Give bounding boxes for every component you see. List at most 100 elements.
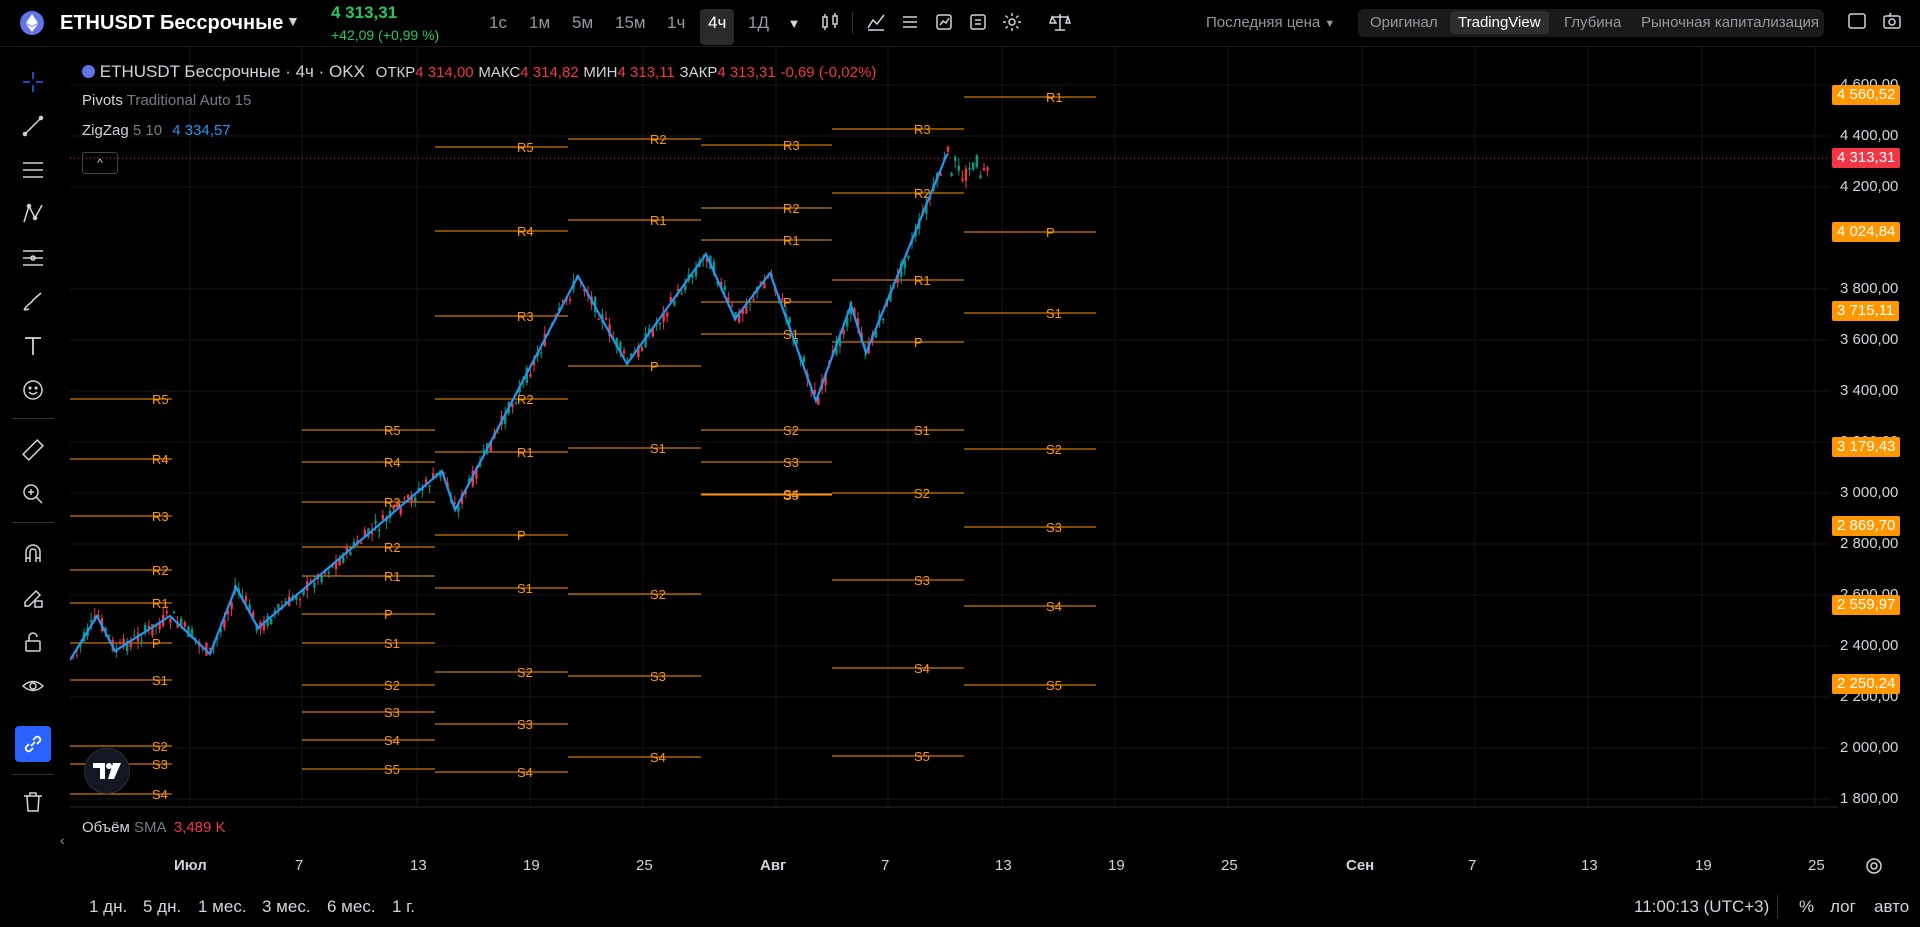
collapse-toolbar-icon[interactable]: ‹	[60, 832, 65, 848]
pivot-level-label: P	[517, 528, 526, 543]
candle-body	[360, 542, 363, 544]
candle-body	[403, 497, 406, 499]
timeframe-1d[interactable]: 1Д	[748, 13, 769, 41]
volume-name: Объём	[82, 819, 130, 836]
pivots-legend[interactable]: Pivots Traditional Auto 15	[82, 92, 251, 109]
pivot-level-label: S3	[783, 455, 799, 470]
candle-body	[381, 514, 384, 520]
trash-icon[interactable]	[15, 784, 51, 820]
timeframe-15m[interactable]: 15м	[615, 13, 646, 41]
text-icon[interactable]	[15, 328, 51, 364]
percent-toggle[interactable]: %	[1799, 897, 1814, 917]
price-tag: 3 179,43	[1832, 437, 1901, 458]
symbol-name[interactable]: ETHUSDT Бессрочные	[60, 12, 283, 35]
open-label: ОТКР	[375, 64, 416, 81]
horizontal-lines-icon[interactable]	[15, 152, 51, 188]
range-5d[interactable]: 5 дн.	[143, 897, 181, 917]
eye-icon[interactable]	[15, 668, 51, 704]
pivot-level-label: R3	[517, 309, 534, 324]
candles-icon[interactable]	[818, 12, 842, 36]
chevron-down-icon[interactable]: ▼	[286, 13, 300, 29]
ohlc-legend: ETHUSDT Бессрочные · 4ч · OKX ОТКР4 314,…	[82, 62, 876, 82]
candle-body	[666, 312, 669, 317]
pivot-level-label: P	[783, 295, 792, 310]
candle-body	[986, 167, 989, 171]
link-icon[interactable]	[15, 726, 51, 762]
candle-body	[298, 599, 302, 601]
tradingview-logo[interactable]	[84, 748, 130, 794]
fib-icon[interactable]	[15, 240, 51, 276]
mode-depth[interactable]: Глубина	[1564, 14, 1621, 31]
time-axis-label: Авг	[760, 857, 787, 874]
candle-body	[406, 494, 410, 499]
range-1y[interactable]: 1 г.	[392, 897, 415, 917]
indicators-icon[interactable]	[864, 12, 888, 36]
last-price: 4 313,31	[331, 3, 398, 22]
range-1d[interactable]: 1 дн.	[89, 897, 127, 917]
pattern-icon[interactable]	[15, 196, 51, 232]
volume-legend[interactable]: Объём SMA 3,489 K	[82, 819, 226, 836]
price-tag: 3 715,11	[1832, 300, 1900, 321]
crosshair-icon[interactable]	[15, 64, 51, 100]
mode-market-cap[interactable]: Рыночная капитализация	[1641, 14, 1819, 31]
pivot-level-label: R2	[152, 563, 169, 578]
time-axis-label: Сен	[1346, 857, 1375, 874]
pivot-level-label: S3	[1046, 520, 1062, 535]
auto-toggle[interactable]: авто	[1874, 897, 1909, 917]
ruler-icon[interactable]	[15, 432, 51, 468]
mode-original[interactable]: Оригинал	[1370, 14, 1438, 31]
candle-body	[140, 640, 143, 642]
replay-icon[interactable]	[966, 12, 990, 36]
pivot-level-label: S1	[517, 581, 533, 596]
scale-balance-icon[interactable]	[1048, 12, 1072, 36]
candle-body	[349, 552, 352, 556]
pivot-level-label: S1	[914, 423, 930, 438]
axis-settings-gear-icon[interactable]	[1864, 856, 1888, 880]
zigzag-legend[interactable]: ZigZag 5 10 4 334,57	[82, 122, 231, 139]
price-axis-label: 3 800,00	[1840, 280, 1899, 297]
price-chart[interactable]: R5 R4 R3 R2 R1 P S1 S2 S3 S4 R5 R4 R3 R2 R1 P S1 S2 S3 S4 S5…	[70, 46, 1838, 808]
candle-body	[90, 620, 93, 623]
alert-icon[interactable]	[932, 12, 956, 36]
unlock-icon[interactable]	[15, 624, 51, 660]
camera-icon[interactable]	[1880, 12, 1904, 36]
trend-line-icon[interactable]	[15, 108, 51, 144]
clock[interactable]: 11:00:13 (UTC+3)	[1634, 897, 1769, 917]
collapse-legend-button[interactable]: ^	[82, 152, 118, 174]
pivot-level-label: P	[914, 335, 923, 350]
candle-body	[396, 503, 399, 507]
emoji-icon[interactable]	[15, 372, 51, 408]
fullscreen-icon[interactable]	[1845, 12, 1869, 36]
pivot-level-label: P	[1046, 225, 1055, 240]
divider	[1777, 895, 1778, 919]
pivot-level-label: S2	[1046, 442, 1062, 457]
list-icon[interactable]	[898, 12, 922, 36]
zoom-in-icon[interactable]	[15, 476, 51, 512]
timeframe-1m[interactable]: 1м	[529, 13, 550, 41]
edit-lock-icon[interactable]	[15, 580, 51, 616]
timeframe-4h[interactable]: 4ч	[700, 9, 735, 45]
pivot-level-label: S3	[384, 705, 400, 720]
range-3m[interactable]: 3 мес.	[262, 897, 311, 917]
pivot-level-label: S3	[517, 717, 533, 732]
timeframe-dropdown-icon[interactable]: ▼	[782, 12, 806, 36]
range-1m[interactable]: 1 мес.	[198, 897, 247, 917]
pivots-name: Pivots	[82, 92, 123, 109]
log-toggle[interactable]: лог	[1830, 897, 1856, 917]
candle-body	[730, 305, 734, 307]
magnet-icon[interactable]	[15, 536, 51, 572]
price-type-select[interactable]: Последняя цена ▼	[1206, 14, 1335, 31]
timeframe-1h[interactable]: 1ч	[667, 13, 685, 41]
brush-icon[interactable]	[15, 284, 51, 320]
timeframe-5m[interactable]: 5м	[572, 13, 593, 41]
mode-tradingview[interactable]: TradingView	[1450, 11, 1549, 34]
timeframe-1s[interactable]: 1с	[489, 13, 507, 41]
settings-gear-icon[interactable]	[1000, 12, 1024, 36]
zigzag-params: 5 10	[132, 122, 163, 139]
low-value: 4 313,11	[617, 64, 675, 81]
range-6m[interactable]: 6 мес.	[327, 897, 376, 917]
price-axis-label: 3 600,00	[1840, 331, 1899, 348]
pivot-level-label: R2	[650, 132, 667, 147]
volume-value: 3,489 K	[173, 819, 226, 836]
price-axis-label: 4 200,00	[1840, 178, 1899, 195]
